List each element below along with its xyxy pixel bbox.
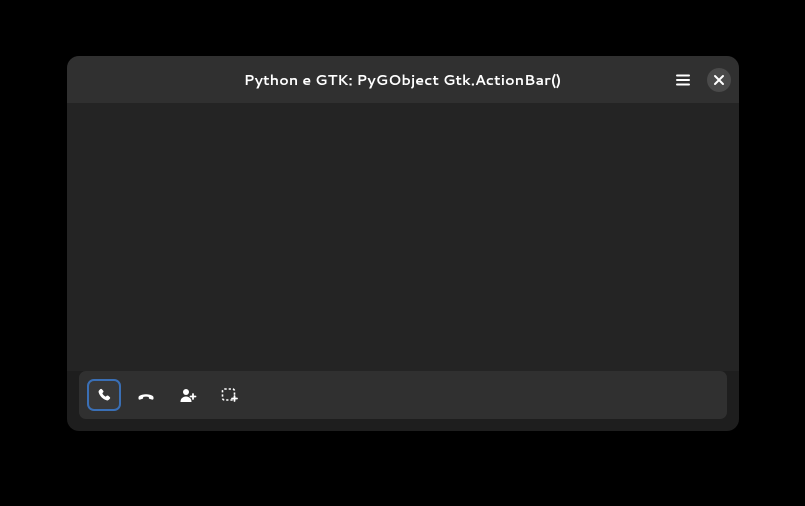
- close-button[interactable]: [707, 68, 731, 92]
- action-call-start[interactable]: [87, 379, 121, 411]
- menu-button[interactable]: [671, 68, 695, 92]
- call-start-icon: [96, 387, 112, 403]
- content-area: [67, 103, 739, 371]
- close-icon: [713, 74, 725, 86]
- header-bar: Python e GTK: PyGObject Gtk.ActionBar(): [67, 56, 739, 103]
- window-title: Python e GTK: PyGObject Gtk.ActionBar(): [67, 69, 739, 90]
- action-call-stop[interactable]: [129, 379, 163, 411]
- contact-new-icon: [179, 387, 197, 403]
- headerbar-controls: [671, 68, 731, 92]
- app-window: Python e GTK: PyGObject Gtk.ActionBar(): [67, 56, 739, 431]
- action-contact-new[interactable]: [171, 379, 205, 411]
- menu-icon: [675, 72, 691, 88]
- action-bar: [79, 371, 727, 419]
- action-tab-new[interactable]: [213, 379, 247, 411]
- call-stop-icon: [137, 387, 155, 403]
- tab-new-icon: [221, 387, 239, 403]
